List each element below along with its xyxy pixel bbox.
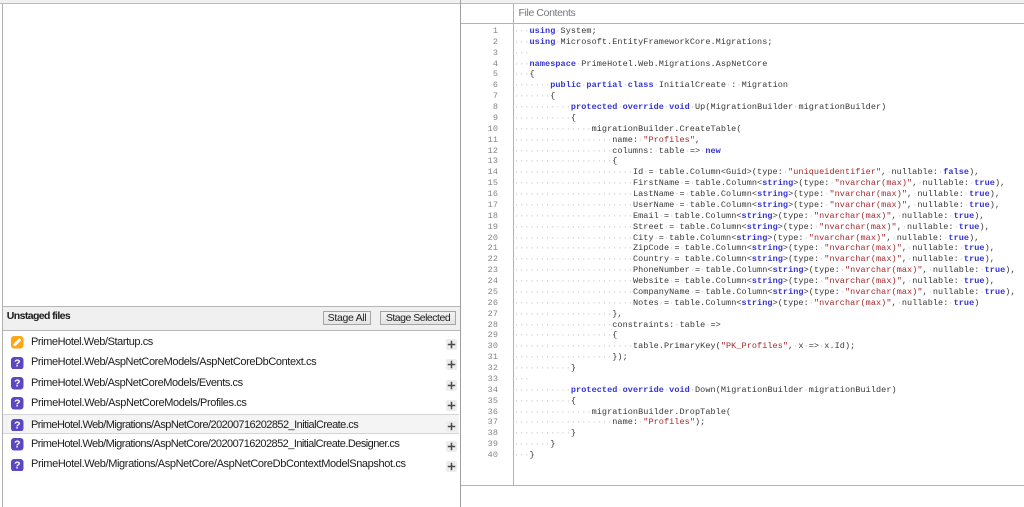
svg-text:?: ? [14, 379, 20, 390]
svg-text:?: ? [14, 420, 20, 431]
svg-text:?: ? [14, 460, 20, 471]
svg-text:?: ? [14, 440, 20, 451]
svg-text:?: ? [14, 358, 20, 369]
svg-text:?: ? [14, 399, 20, 410]
